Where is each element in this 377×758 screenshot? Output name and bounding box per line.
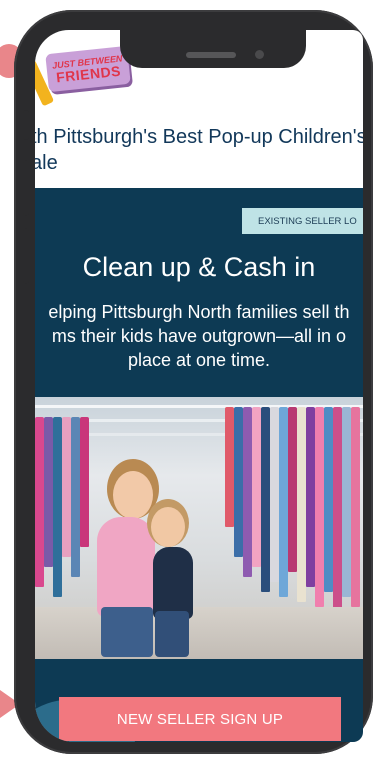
clothing-item: [44, 417, 53, 567]
clothing-item: [333, 407, 342, 612]
clothing-item: [71, 417, 80, 577]
phone-screen: JUST BETWEEN FRIENDS th Pittsburgh's Bes…: [35, 30, 363, 742]
phone-mute-button: [23, 110, 29, 140]
clothing-item: [279, 407, 288, 597]
hero-subtitle-line: ms their kids have outgrown—all in o: [51, 326, 347, 346]
hero-photo-kids-clothing-racks: [35, 397, 363, 659]
clothing-item: [342, 407, 351, 597]
clothing-rack-right: [225, 407, 363, 612]
hero-subtitle: elping Pittsburgh North families sell th…: [35, 300, 363, 372]
clothing-item: [306, 407, 315, 587]
clothing-item: [297, 407, 306, 602]
new-seller-signup-button[interactable]: NEW SELLER SIGN UP: [59, 697, 341, 741]
store-floor: [35, 607, 363, 659]
hero-subtitle-line: elping Pittsburgh North families sell th: [48, 302, 350, 322]
girl-figure-legs: [101, 607, 153, 657]
clothing-rack-left: [35, 417, 95, 607]
hero-subtitle-line: place at one time.: [127, 350, 271, 370]
speaker-grille: [186, 52, 236, 58]
existing-seller-login-button[interactable]: EXISTING SELLER LO: [242, 208, 363, 234]
girl-figure-body: [97, 517, 155, 617]
hero-title: Clean up & Cash in: [82, 252, 316, 282]
girl-figure-head: [113, 471, 153, 519]
clothing-item: [243, 407, 252, 577]
tagline-line: ale: [35, 152, 58, 174]
phone-volume-down-button: [23, 228, 29, 284]
clothing-item: [62, 417, 71, 557]
clothing-item: [53, 417, 62, 597]
clothing-item: [261, 407, 270, 592]
clothing-item: [288, 407, 297, 572]
clothing-item: [35, 417, 44, 587]
front-camera: [255, 50, 264, 59]
clothing-item: [225, 407, 234, 527]
clothing-item: [351, 407, 360, 607]
site-tagline: th Pittsburgh's Best Pop-up Children's a…: [35, 124, 363, 176]
phone-notch: [120, 24, 306, 68]
signup-section: NEW SELLER SIGN UP: [35, 659, 363, 742]
clothing-item: [270, 407, 279, 582]
site-logo[interactable]: JUST BETWEEN FRIENDS: [45, 45, 131, 93]
clothing-item: [324, 407, 333, 592]
hero-section: EXISTING SELLER LO Clean up & Cash in el…: [35, 188, 363, 400]
boy-figure-legs: [155, 611, 189, 657]
clothing-item: [234, 407, 243, 557]
tagline-line: th Pittsburgh's Best Pop-up Children's: [35, 126, 363, 148]
boy-figure-body: [153, 547, 193, 619]
phone-volume-up-button: [23, 160, 29, 216]
clothing-item: [80, 417, 89, 547]
boy-figure-head: [151, 507, 185, 547]
clothing-item: [315, 407, 324, 607]
clothing-item: [252, 407, 261, 567]
